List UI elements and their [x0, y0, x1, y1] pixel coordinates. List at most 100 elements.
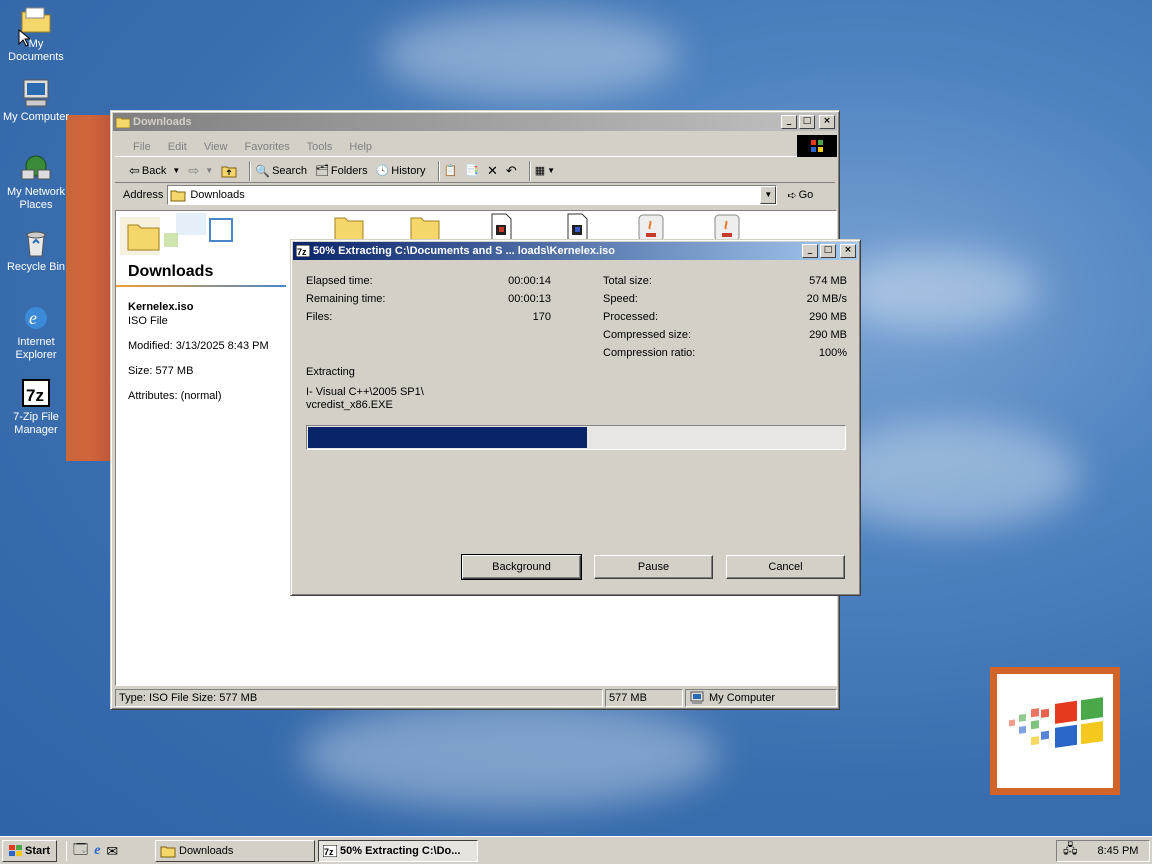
forward-button[interactable]: ⇨ ▼: [188, 163, 213, 179]
status-zone: My Computer: [685, 689, 837, 707]
desktop-icon-internet-explorer[interactable]: e Internet Explorer: [0, 302, 72, 362]
menu-tools[interactable]: Tools: [307, 141, 333, 153]
search-icon: 🔍: [255, 163, 271, 178]
taskbar-item-downloads[interactable]: Downloads: [155, 840, 315, 862]
menu-help[interactable]: Help: [349, 141, 372, 153]
selected-file-name: Kernelex.iso: [128, 301, 194, 313]
address-bar: Address Downloads ▼ ➪ Go: [115, 184, 835, 206]
start-label: Start: [25, 845, 51, 857]
desktop-icon-7zip[interactable]: 7z 7-Zip File Manager: [0, 377, 72, 437]
compressed-size-value: 290 MB: [809, 329, 847, 341]
back-button[interactable]: ⇦ Back ▼: [129, 163, 180, 179]
go-arrow-icon: ➪: [787, 189, 797, 202]
selected-file-modified: Modified: 3/13/2025 8:43 PM: [128, 340, 269, 352]
selected-file-size: Size: 577 MB: [128, 365, 194, 377]
quick-launch: 🗔 e ✉: [66, 841, 118, 861]
speed-label: Speed:: [603, 293, 638, 305]
desktop-icon-my-computer[interactable]: My Computer: [0, 77, 72, 124]
desktop-icon-recycle-bin[interactable]: Recycle Bin: [0, 227, 72, 274]
selected-file-attributes: Attributes: (normal): [128, 390, 222, 402]
undo-icon: ↶: [505, 162, 517, 178]
desktop-icon-label: My Network: [6, 186, 66, 198]
pause-button[interactable]: Pause: [594, 555, 713, 579]
processed-value: 290 MB: [809, 311, 847, 323]
history-button[interactable]: 🕓 History: [375, 164, 426, 178]
system-tray: 🖧 8:45 PM: [1056, 840, 1150, 862]
heading-divider: [116, 285, 286, 287]
taskbar-item-extracting[interactable]: 7z 50% Extracting C:\Do...: [318, 840, 478, 862]
network-connection-icon[interactable]: 🖧: [1063, 840, 1078, 862]
explorer-titlebar[interactable]: Downloads _ □ ×: [113, 113, 837, 131]
menu-favorites[interactable]: Favorites: [245, 141, 290, 153]
menu-edit[interactable]: Edit: [168, 141, 187, 153]
views-button[interactable]: ▦ ▼: [535, 164, 555, 177]
current-file-name: vcredist_x86.EXE: [306, 399, 393, 411]
minimize-button[interactable]: _: [802, 244, 818, 258]
address-dropdown-button[interactable]: ▼: [760, 186, 777, 204]
dialog-titlebar[interactable]: 7z 50% Extracting C:\Documents and S ...…: [293, 242, 858, 260]
folder-heading: Downloads: [128, 263, 214, 280]
toolbar-separator: [437, 160, 440, 181]
undo-button[interactable]: ↶: [506, 163, 517, 179]
move-to-button[interactable]: 📋: [444, 164, 458, 177]
copy-to-button[interactable]: 📑: [465, 164, 479, 177]
status-bar: Type: ISO File Size: 577 MB 577 MB My Co…: [115, 689, 837, 707]
status-zone-label: My Computer: [709, 692, 776, 704]
start-button[interactable]: Start: [2, 840, 57, 862]
background-button[interactable]: Background: [461, 554, 582, 580]
clock[interactable]: 8:45 PM: [1098, 845, 1139, 857]
desktop-icon-network-places[interactable]: My Network Places: [0, 152, 72, 212]
delete-icon: ✕: [486, 162, 498, 178]
toolbar-separator: [249, 160, 252, 181]
outlook-express-icon[interactable]: ✉: [106, 843, 118, 860]
internet-explorer-icon[interactable]: e: [94, 843, 100, 859]
maximize-button[interactable]: □: [799, 115, 815, 129]
maximize-button[interactable]: □: [820, 244, 836, 258]
history-icon: 🕓: [375, 165, 390, 177]
chevron-down-icon: ▼: [205, 166, 214, 175]
compression-ratio-value: 100%: [818, 347, 847, 359]
chevron-down-icon: ▼: [172, 166, 181, 175]
recycle-bin-icon: [26, 231, 46, 257]
go-button[interactable]: ➪ Go: [787, 189, 813, 202]
folder-banner-graphic: [120, 213, 233, 255]
cancel-button[interactable]: Cancel: [726, 555, 845, 579]
close-button[interactable]: ×: [840, 244, 856, 258]
mouse-cursor-icon: [18, 29, 30, 47]
progress-fill: [308, 427, 587, 448]
standard-toolbar: ⇦ Back ▼ ⇨ ▼ 🔍 Search 🗂 Folders 🕓 History 📋 📑 …: [115, 159, 835, 183]
compressed-size-label: Compressed size:: [603, 329, 692, 341]
extraction-progress-bar: [306, 425, 846, 450]
menu-view[interactable]: View: [204, 141, 228, 153]
up-folder-button[interactable]: [221, 164, 237, 178]
show-desktop-icon[interactable]: 🗔: [73, 839, 88, 863]
forward-arrow-icon: ⇨: [188, 162, 200, 178]
folders-button[interactable]: 🗂 Folders: [314, 164, 368, 178]
up-folder-icon: [221, 166, 237, 177]
elapsed-time-label: Elapsed time:: [306, 275, 373, 287]
computer-icon: [690, 691, 704, 704]
menu-file[interactable]: File: [133, 141, 151, 153]
folder-web-panel: Downloads Kernelex.iso ISO File Modified…: [116, 211, 286, 681]
search-button[interactable]: 🔍 Search: [255, 164, 307, 178]
desktop-wallpaper-strip: [66, 115, 116, 461]
svg-text:7z: 7z: [324, 847, 334, 857]
chevron-down-icon: ▼: [547, 166, 556, 175]
files-value: 170: [532, 311, 551, 323]
folder-icon: [160, 846, 176, 858]
desktop-icon-my-documents[interactable]: My Documents: [0, 4, 72, 64]
address-field[interactable]: Downloads ▼: [167, 185, 778, 205]
dialog-title: 50% Extracting C:\Documents and S ... lo…: [313, 245, 615, 257]
address-value: Downloads: [190, 189, 245, 201]
status-text: Type: ISO File Size: 577 MB: [115, 689, 603, 707]
minimize-button[interactable]: _: [781, 115, 797, 129]
close-button[interactable]: ×: [819, 115, 835, 129]
taskbar: Start 🗔 e ✉ Downloads 7z 50% Extracting …: [0, 836, 1152, 864]
address-label: Address: [123, 189, 164, 201]
svg-text:7z: 7z: [26, 386, 44, 405]
delete-button[interactable]: ✕: [487, 163, 498, 179]
taskbar-item-label: 50% Extracting C:\Do...: [340, 845, 461, 857]
folders-icon: 🗂: [314, 165, 329, 177]
current-file-path: I- Visual C++\2005 SP1\: [306, 386, 424, 398]
menu-bar: File Edit View Favorites Tools Help: [115, 137, 835, 157]
